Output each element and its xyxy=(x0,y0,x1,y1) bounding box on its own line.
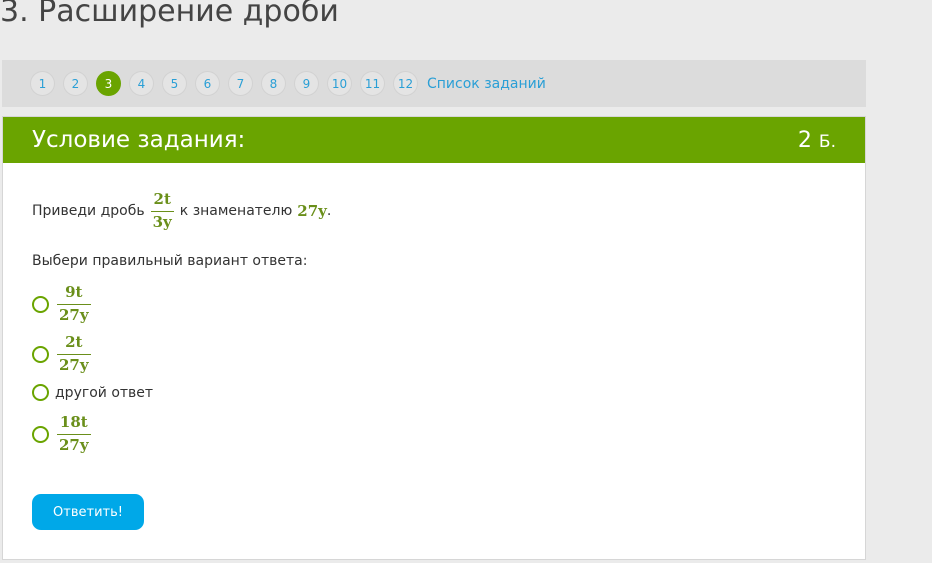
task-suffix: . xyxy=(326,203,332,219)
answer-option-3[interactable]: другой ответ xyxy=(32,384,153,401)
choose-prompt: Выбери правильный вариант ответа: xyxy=(32,253,308,269)
task-fraction-denominator: 3y xyxy=(152,213,172,231)
task-nav-item-5[interactable]: 5 xyxy=(162,71,187,96)
option-numerator: 18t xyxy=(59,413,88,431)
task-fraction-numerator: 2t xyxy=(153,190,171,208)
task-nav-item-1[interactable]: 1 xyxy=(30,71,55,96)
option-denominator: 27y xyxy=(59,356,89,374)
option-denominator: 27y xyxy=(59,306,89,324)
task-nav-item-6[interactable]: 6 xyxy=(195,71,220,96)
task-card: Условие задания: 2 Б. Приведи дробь 2t 3… xyxy=(2,116,866,560)
task-nav-item-7[interactable]: 7 xyxy=(228,71,253,96)
task-prefix: Приведи дробь xyxy=(32,203,145,219)
task-nav-item-9[interactable]: 9 xyxy=(294,71,319,96)
fraction-bar xyxy=(57,434,91,435)
task-fraction: 2t 3y xyxy=(150,190,174,232)
option-numerator: 9t xyxy=(65,283,83,301)
answer-option-4[interactable]: 18t 27y xyxy=(32,413,97,455)
task-nav-item-8[interactable]: 8 xyxy=(261,71,286,96)
option-fraction: 18t 27y xyxy=(57,413,91,455)
task-middle: к знаменателю xyxy=(179,203,293,219)
task-card-header: Условие задания: 2 Б. xyxy=(3,117,865,163)
task-nav-item-11[interactable]: 11 xyxy=(360,71,385,96)
option-text: другой ответ xyxy=(55,384,154,401)
task-list-link[interactable]: Список заданий xyxy=(427,76,546,92)
radio-button[interactable] xyxy=(32,345,49,363)
task-nav-item-4[interactable]: 4 xyxy=(129,71,154,96)
task-nav-item-10[interactable]: 10 xyxy=(327,71,352,96)
page-title: 3. Расширение дроби xyxy=(0,0,339,29)
fraction-bar xyxy=(150,211,174,212)
answer-option-1[interactable]: 9t 27y xyxy=(32,283,97,325)
submit-answer-button[interactable]: Ответить! xyxy=(32,494,144,530)
task-target-denominator: 27y xyxy=(297,202,327,220)
radio-button[interactable] xyxy=(32,295,49,313)
fraction-bar xyxy=(57,304,91,305)
radio-button[interactable] xyxy=(32,425,49,443)
points-badge: 2 Б. xyxy=(798,128,836,153)
option-numerator: 2t xyxy=(65,333,83,351)
task-statement: Приведи дробь 2t 3y к знаменателю 27y . xyxy=(32,190,331,232)
task-card-title: Условие задания: xyxy=(32,127,246,153)
task-nav-item-3-current[interactable]: 3 xyxy=(96,71,121,96)
task-nav-item-12[interactable]: 12 xyxy=(393,71,418,96)
option-fraction: 2t 27y xyxy=(57,333,91,375)
points-unit: Б. xyxy=(818,131,836,152)
task-navigation: 1 2 3 4 5 6 7 8 9 10 11 12 Список задани… xyxy=(2,60,866,107)
points-value: 2 xyxy=(797,127,812,153)
answer-option-2[interactable]: 2t 27y xyxy=(32,333,97,375)
option-denominator: 27y xyxy=(59,436,89,454)
fraction-bar xyxy=(57,354,91,355)
option-fraction: 9t 27y xyxy=(57,283,91,325)
task-nav-item-2[interactable]: 2 xyxy=(63,71,88,96)
radio-button[interactable] xyxy=(32,384,49,401)
